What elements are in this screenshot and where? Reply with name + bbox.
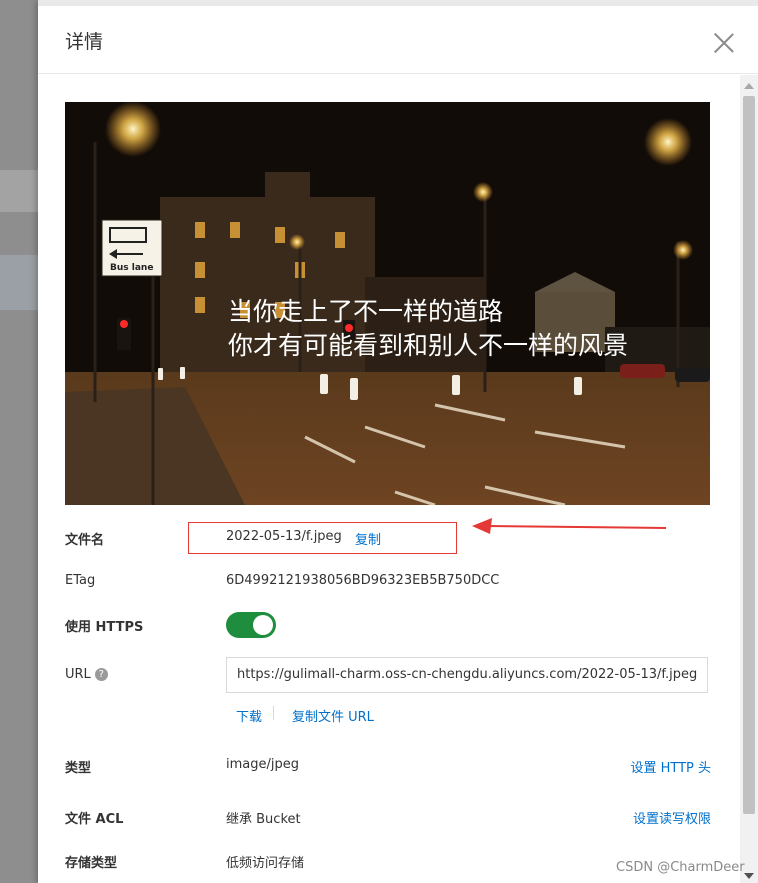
- set-acl-link[interactable]: 设置读写权限: [633, 808, 711, 827]
- filename-value: 2022-05-13/f.jpeg: [226, 529, 342, 544]
- scroll-up-arrow-icon[interactable]: [744, 83, 754, 89]
- copy-file-url-link[interactable]: 复制文件 URL: [292, 706, 374, 725]
- preview-caption-line2: 你才有可能看到和别人不一样的风景: [228, 331, 628, 360]
- red-arrow-annotation: [472, 518, 667, 534]
- etag-value: 6D4992121938056BD96323EB5B750DCC: [226, 573, 500, 588]
- url-field[interactable]: https://gulimall-charm.oss-cn-chengdu.al…: [226, 657, 708, 693]
- download-link[interactable]: 下载: [236, 706, 262, 725]
- detail-drawer: 详情 Bus lane 当你走上了不一样的道路 你才有可能看到和别人不一样的风景…: [38, 0, 758, 883]
- type-value: image/jpeg: [226, 757, 299, 772]
- acl-value: 继承 Bucket: [226, 812, 301, 827]
- close-icon[interactable]: [712, 32, 736, 56]
- storage-label: 存储类型: [65, 856, 118, 871]
- set-http-header-link[interactable]: 设置 HTTP 头: [630, 757, 711, 776]
- copy-filename-link[interactable]: 复制: [355, 529, 381, 548]
- filename-label: 文件名: [65, 533, 105, 548]
- etag-label: ETag: [65, 573, 96, 588]
- scrollbar[interactable]: [740, 75, 758, 883]
- image-preview: Bus lane 当你走上了不一样的道路 你才有可能看到和别人不一样的风景: [65, 102, 710, 505]
- acl-label: 文件 ACL: [65, 812, 124, 827]
- toggle-knob: [253, 615, 273, 635]
- bus-lane-sign-text: Bus lane: [110, 263, 153, 273]
- watermark: CSDN @CharmDeer: [616, 860, 745, 875]
- page-backdrop: [0, 0, 38, 883]
- link-separator: [273, 706, 274, 720]
- scroll-down-arrow-icon[interactable]: [744, 873, 754, 879]
- url-label-row: URL?: [65, 667, 108, 682]
- scrollbar-thumb[interactable]: [743, 96, 755, 814]
- preview-caption-line1: 当你走上了不一样的道路: [228, 297, 503, 326]
- https-toggle[interactable]: [226, 612, 276, 638]
- https-label: 使用 HTTPS: [65, 620, 144, 635]
- drawer-header: 详情: [38, 6, 758, 74]
- storage-value: 低频访问存储: [226, 856, 305, 871]
- drawer-title: 详情: [65, 31, 104, 53]
- question-circle-icon[interactable]: ?: [94, 668, 108, 681]
- backdrop-row-selected: [0, 255, 38, 310]
- url-label: URL: [65, 667, 91, 682]
- type-label: 类型: [65, 761, 92, 776]
- preview-photo: Bus lane 当你走上了不一样的道路 你才有可能看到和别人不一样的风景: [65, 102, 710, 505]
- backdrop-row: [0, 170, 38, 212]
